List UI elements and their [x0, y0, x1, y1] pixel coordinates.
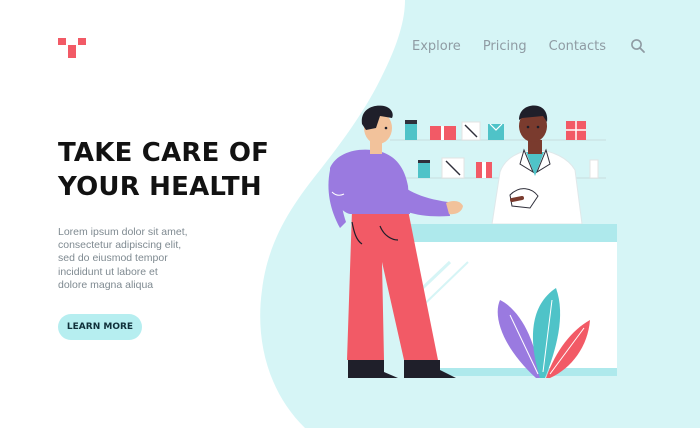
top-nav: Explore Pricing Contacts	[412, 38, 646, 54]
learn-more-button[interactable]: LEARN MORE	[58, 314, 142, 340]
pharmacy-illustration	[328, 105, 617, 378]
nav-contacts[interactable]: Contacts	[549, 39, 606, 54]
nav-pricing[interactable]: Pricing	[483, 39, 527, 54]
search-icon[interactable]	[630, 38, 646, 54]
nav-explore[interactable]: Explore	[412, 39, 461, 54]
logo-icon	[58, 38, 86, 58]
hero-description: Lorem ipsum dolor sit amet, consectetur …	[58, 226, 188, 291]
hero-title: TAKE CARE OF YOUR HEALTH	[58, 138, 270, 202]
